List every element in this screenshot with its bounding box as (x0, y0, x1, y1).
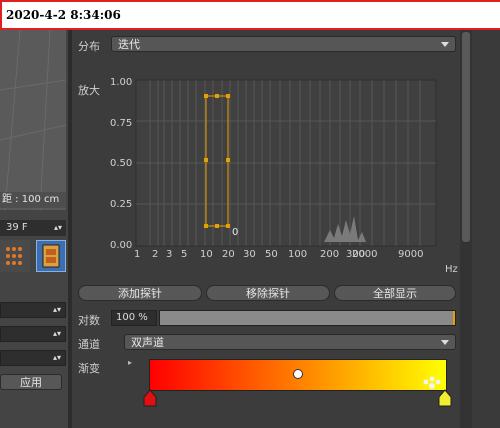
x-tick-label: 2 (152, 249, 159, 260)
chevron-down-icon (441, 42, 449, 47)
distribution-label: 分布 (78, 40, 100, 53)
y-tick-label: 0.50 (110, 158, 133, 169)
stepper-icon[interactable]: ▴▾ (54, 220, 62, 236)
x-tick-label: 20 (222, 249, 235, 260)
right-strip (472, 30, 500, 428)
x-tick-label: 1 (134, 249, 141, 260)
frame-value: 39 F (6, 222, 28, 233)
channel-label: 通道 (78, 338, 100, 351)
log-slider-fill (160, 311, 455, 325)
log-input[interactable]: 100 % (111, 310, 157, 326)
x-tick-label: 200 (320, 249, 340, 260)
chevron-down-icon (441, 340, 449, 345)
left-field-3[interactable]: ▴▾ (0, 350, 66, 366)
gradient-end-stop[interactable] (438, 389, 452, 407)
timestamp-bar: 2020-4-2 8:34:06 (0, 0, 500, 30)
viewport[interactable] (0, 30, 66, 210)
x-tick-label: 2000 (352, 249, 378, 260)
x-tick-label: 3 (166, 249, 173, 260)
log-value: 100 % (116, 312, 148, 323)
gradient-midpoint-knob[interactable] (293, 369, 303, 379)
channel-value: 双声道 (131, 336, 164, 349)
stepper-icon[interactable]: ▴▾ (53, 327, 61, 341)
left-field-1[interactable]: ▴▾ (0, 302, 66, 318)
x-tick-label: 9000 (398, 249, 424, 260)
frame-field[interactable]: 39 F ▴▾ (0, 220, 66, 236)
left-field-2[interactable]: ▴▾ (0, 326, 66, 342)
x-unit-label: Hz (445, 264, 458, 275)
gradient-label: 渐变 (78, 362, 100, 375)
expand-arrow-icon[interactable]: ▸ (128, 358, 132, 367)
apply-button[interactable]: 应用 (0, 374, 62, 390)
stepper-icon[interactable]: ▴▾ (53, 303, 61, 317)
log-slider[interactable] (159, 310, 456, 326)
dots-grid-icon[interactable] (0, 240, 30, 272)
stepper-icon[interactable]: ▴▾ (53, 351, 61, 365)
add-probe-button[interactable]: 添加探针 (78, 285, 202, 301)
gradient-start-stop[interactable] (143, 389, 157, 407)
distribution-dropdown[interactable]: 迭代 (111, 36, 456, 52)
log-label: 对数 (78, 314, 100, 327)
x-tick-label: 5 (181, 249, 188, 260)
paw-cursor-icon (423, 376, 441, 389)
x-tick-label: 100 (288, 249, 308, 260)
log-slider-handle[interactable] (453, 311, 455, 325)
channel-dropdown[interactable]: 双声道 (124, 334, 456, 350)
show-all-button[interactable]: 全部显示 (334, 285, 456, 301)
viewport-distance-label: 距 : 100 cm (0, 192, 66, 208)
viewport-grid (0, 30, 66, 210)
x-tick-label: 30 (243, 249, 256, 260)
remove-probe-button[interactable]: 移除探针 (206, 285, 330, 301)
x-tick-label: 10 (200, 249, 213, 260)
y-tick-label: 0.00 (110, 240, 133, 251)
y-tick-label: 0.25 (110, 199, 133, 210)
probe-marker-label: 0 (232, 227, 239, 238)
x-tick-label: 50 (265, 249, 278, 260)
y-tick-label: 1.00 (110, 77, 133, 88)
distribution-value: 迭代 (118, 38, 140, 51)
y-tick-label: 0.75 (110, 118, 133, 129)
scrollbar-thumb[interactable] (462, 32, 470, 242)
film-strip-icon[interactable] (36, 240, 66, 272)
